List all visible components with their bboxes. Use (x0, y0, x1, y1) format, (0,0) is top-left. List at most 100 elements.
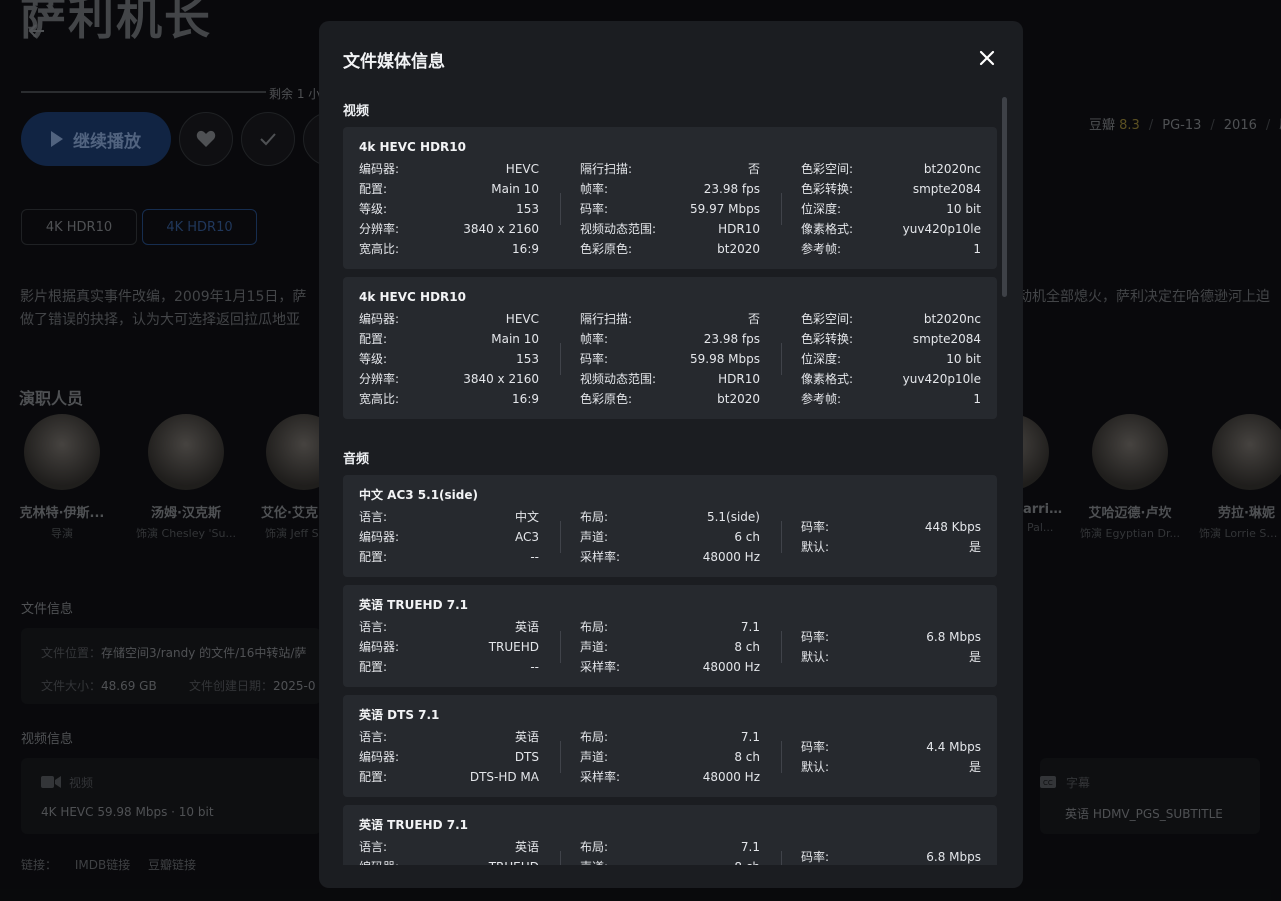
info-row: 布局: 5.1(side) (580, 507, 760, 527)
dialog-content[interactable]: 视频 4k HEVC HDR10 编码器: HEVC 配置: Main 10 等级: 153… (343, 91, 999, 865)
info-label: 布局: (580, 510, 609, 524)
info-label: 位深度: (801, 352, 842, 366)
info-value: 否 (747, 162, 760, 176)
info-label: 色彩空间: (801, 162, 854, 176)
audio-track-column: 布局: 7.1 声道: 8 ch 采样率: 48000 Hz (539, 727, 760, 787)
info-row: 色彩空间: bt2020nc (801, 159, 981, 179)
info-row: 色彩空间: bt2020nc (801, 309, 981, 329)
media-info-dialog: 文件媒体信息 视频 4k HEVC HDR10 编码器: HEVC 配置: Main 1… (319, 21, 1023, 888)
info-row: 码率: 4.4 Mbps (801, 737, 981, 757)
info-value: HDR10 (718, 372, 760, 386)
info-value: 3840 x 2160 (463, 222, 539, 236)
info-label: 帧率: (580, 182, 609, 196)
info-value: yuv420p10le (902, 222, 981, 236)
audio-track-card: 英语 TRUEHD 7.1 语言: 英语编码器: TRUEHD 配置: -- 布局: 7.1 声… (343, 585, 997, 687)
info-value: 8 ch (734, 750, 760, 764)
info-row: 配置: Main 10 (359, 179, 539, 199)
audio-track-title: 英语 TRUEHD 7.1 (359, 818, 468, 832)
info-value: 是 (968, 650, 981, 664)
info-value: 23.98 fps (703, 332, 760, 346)
info-row: 编码器: TRUEHD (359, 857, 539, 865)
info-value: yuv420p10le (902, 372, 981, 386)
info-value: smpte2084 (912, 332, 981, 346)
info-label: 分辨率: (359, 372, 400, 386)
info-value: smpte2084 (912, 182, 981, 196)
info-label: 像素格式: (801, 372, 854, 386)
info-row: 视频动态范围: HDR10 (580, 219, 760, 239)
info-row: 宽高比: 16:9 (359, 239, 539, 259)
info-value: 23.98 fps (703, 182, 760, 196)
info-value: 是 (968, 540, 981, 554)
info-value: 4.4 Mbps (926, 740, 981, 754)
info-label: 采样率: (580, 660, 621, 674)
info-value: HEVC (505, 162, 539, 176)
info-value: 英语 (514, 730, 539, 744)
info-value: Main 10 (491, 332, 539, 346)
info-row: 语言: 英语 (359, 837, 539, 857)
close-icon[interactable] (979, 50, 995, 66)
info-value: 英语 (514, 620, 539, 634)
info-row: 配置: -- (359, 547, 539, 567)
audio-section-heading: 音频 (343, 452, 370, 467)
info-value: 7.1 (740, 620, 760, 634)
scrollbar[interactable] (1002, 97, 1007, 297)
info-label: 帧率: (580, 332, 609, 346)
info-value: 中文 (514, 510, 539, 524)
dialog-title: 文件媒体信息 (343, 52, 445, 72)
info-label: 视频动态范围: (580, 222, 657, 236)
info-label: 编码器: (359, 162, 400, 176)
audio-track-column: 布局: 7.1 声道: 8 ch 采样率: 48000 Hz (539, 617, 760, 677)
info-row: 等级: 153 (359, 349, 539, 369)
info-value: 48000 Hz (702, 550, 760, 564)
audio-track-column: 语言: 中文 编码器: AC3 配置: -- (359, 507, 539, 567)
info-row: 采样率: 48000 Hz (580, 657, 760, 677)
info-value: 59.97 Mbps (689, 202, 760, 216)
info-label: 声道: (580, 857, 608, 865)
info-label: 码率: (801, 630, 830, 644)
info-value: 153 (516, 202, 539, 216)
audio-track-column: 语言:英语编码器:TRUEHD配置:-- (359, 837, 539, 865)
info-row: 码率: 6.8 Mbps (801, 847, 981, 865)
info-label: 布局: (580, 730, 609, 744)
video-track-card: 4k HEVC HDR10 编码器: HEVC 配置: Main 10 等级: 153 分辨率… (343, 127, 997, 269)
info-row: 参考帧: 1 (801, 239, 981, 259)
info-value: Main 10 (491, 182, 539, 196)
info-label: 色彩空间: (801, 312, 854, 326)
info-row: 隔行扫描: 否 (580, 159, 760, 179)
info-value: bt2020nc (923, 162, 981, 176)
info-label: 声道: (580, 750, 609, 764)
audio-track-title: 中文 AC3 5.1(side) (359, 488, 479, 502)
info-label: 声道: (580, 640, 609, 654)
info-row: 编码器: DTS (359, 747, 539, 767)
info-label: 配置: (359, 182, 388, 196)
info-label: 码率: (801, 850, 830, 864)
info-value: 1 (973, 392, 981, 406)
audio-track-column: 码率: 6.8 Mbps 默认: 是 (760, 617, 981, 677)
info-label: 编码器: (359, 312, 400, 326)
info-row: 码率: 59.97 Mbps (580, 199, 760, 219)
info-value: TRUEHD (488, 640, 539, 654)
video-track-title: 4k HEVC HDR10 (359, 140, 466, 154)
audio-track-title: 英语 DTS 7.1 (359, 708, 440, 722)
info-value: bt2020 (717, 242, 760, 256)
info-value: AC3 (514, 530, 539, 544)
info-label: 编码器: (359, 857, 399, 865)
audio-track-column: 码率: 4.4 Mbps 默认: 是 (760, 727, 981, 787)
info-row: 配置: Main 10 (359, 329, 539, 349)
info-value: TRUEHD (489, 857, 539, 865)
info-row: 等级: 153 (359, 199, 539, 219)
info-label: 语言: (359, 840, 388, 854)
info-row: 码率: 59.98 Mbps (580, 349, 760, 369)
info-label: 编码器: (359, 640, 400, 654)
info-row: 视频动态范围: HDR10 (580, 369, 760, 389)
info-value: 448 Kbps (924, 520, 981, 534)
info-value: 英语 (514, 840, 539, 854)
info-value: 48000 Hz (702, 660, 760, 674)
audio-track-column: 布局: 5.1(side) 声道: 6 ch 采样率: 48000 Hz (539, 507, 760, 567)
info-value: HDR10 (718, 222, 760, 236)
info-row: 声道: 8 ch (580, 747, 760, 767)
info-row: 色彩转换: smpte2084 (801, 329, 981, 349)
info-label: 配置: (359, 770, 388, 784)
info-label: 默认: (801, 540, 830, 554)
info-value: 16:9 (512, 392, 539, 406)
